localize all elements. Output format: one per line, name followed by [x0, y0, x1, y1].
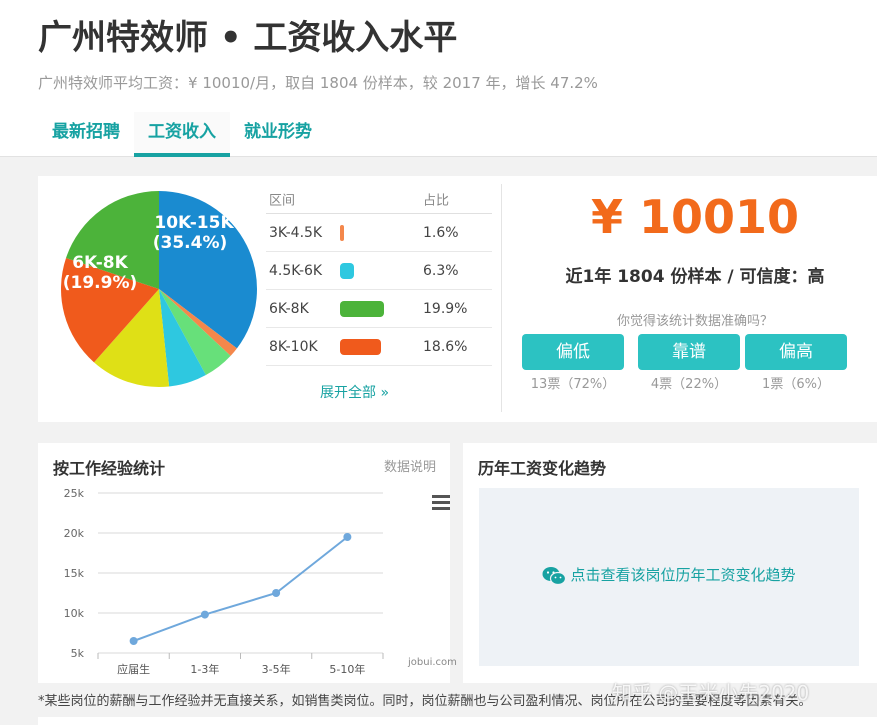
- experience-line-chart: 5k 10k 15k 20k 25k 应届生 1-3年 3-5年 5-10年: [64, 487, 384, 676]
- tab-recruitment[interactable]: 最新招聘: [38, 112, 134, 157]
- table-row: 4.5K-6K 6.3%: [266, 252, 492, 290]
- table-row: 3K-4.5K 1.6%: [266, 214, 492, 252]
- y-tick-label: 10k: [64, 607, 85, 620]
- vote-low-count: 13票（72%）: [530, 377, 616, 392]
- trend-placeholder: 点击查看该岗位历年工资变化趋势: [479, 488, 859, 666]
- share-bar: [340, 262, 354, 279]
- vote-accurate-count: 4票（22%）: [650, 377, 728, 392]
- row-range: 3K-4.5K: [269, 224, 323, 241]
- x-tick-label: 3-5年: [262, 662, 291, 676]
- data-point[interactable]: [200, 610, 209, 619]
- menu-icon[interactable]: [432, 495, 450, 511]
- distribution-table: 区间 占比 3K-4.5K 1.6% 4.5K-6K 6.3% 6K-8K 19…: [266, 184, 492, 366]
- share-bar: [340, 338, 382, 355]
- header-range: 区间: [269, 193, 296, 208]
- trend-card: 历年工资变化趋势 点击查看该岗位历年工资变化趋势: [463, 443, 877, 683]
- table-header: 区间 占比: [266, 184, 492, 214]
- expand-all-link[interactable]: 展开全部 »: [320, 382, 389, 402]
- table-row: 8K-10K 18.6%: [266, 328, 492, 366]
- page-header: 广州特效师 • 工资收入水平 广州特效师平均工资：¥ 10010/月，取自 18…: [0, 0, 877, 157]
- salary-distribution-pie: 10K-15K (35.4%) 6K-8K (19.9%): [61, 191, 257, 387]
- data-point[interactable]: [129, 637, 138, 645]
- y-tick-label: 25k: [64, 487, 85, 500]
- row-range: 4.5K-6K: [269, 262, 323, 279]
- data-point[interactable]: [272, 589, 281, 597]
- jobui-watermark: jobui.com: [408, 657, 457, 668]
- row-share: 19.9%: [423, 300, 468, 317]
- table-row: 6K-8K 19.9%: [266, 290, 492, 328]
- trend-title: 历年工资变化趋势: [478, 459, 607, 478]
- trend-link-text: 点击查看该岗位历年工资变化趋势: [570, 566, 796, 584]
- data-point[interactable]: [343, 533, 352, 541]
- vote-high-button[interactable]: 偏高: [745, 334, 847, 370]
- tab-bar: 最新招聘 工资收入 就业形势: [38, 112, 326, 157]
- vote-high-count: 1票（6%）: [762, 377, 830, 392]
- divider: [501, 184, 502, 412]
- x-tick-label: 1-3年: [190, 662, 219, 676]
- zhihu-watermark: 知乎 @玉米小先2020: [612, 681, 810, 705]
- next-section-edge: [38, 717, 877, 725]
- pie-label-6k-8k: 6K-8K: [72, 253, 128, 273]
- average-salary: ¥ 10010: [590, 190, 800, 244]
- page-subtitle: 广州特效师平均工资：¥ 10010/月，取自 1804 份样本，较 2017 年…: [38, 74, 598, 92]
- row-share: 6.3%: [423, 262, 459, 279]
- header-share: 占比: [423, 193, 450, 208]
- tab-employment[interactable]: 就业形势: [230, 112, 326, 157]
- row-share: 1.6%: [423, 224, 459, 241]
- accuracy-question: 你觉得该统计数据准确吗？: [616, 314, 773, 329]
- pie-value-10k-15k: (35.4%): [153, 233, 228, 253]
- row-range: 6K-8K: [269, 300, 309, 317]
- y-tick-label: 15k: [64, 567, 85, 580]
- wechat-icon: [542, 566, 567, 585]
- x-tick-label: 5-10年: [329, 662, 365, 676]
- trend-link[interactable]: 点击查看该岗位历年工资变化趋势: [479, 564, 859, 586]
- y-tick-label: 5k: [71, 647, 85, 660]
- row-range: 8K-10K: [269, 338, 318, 355]
- sample-info: 近1年 1804 份样本 / 可信度：高: [565, 267, 825, 287]
- y-tick-label: 20k: [64, 527, 85, 540]
- row-share: 18.6%: [423, 338, 468, 355]
- tab-salary[interactable]: 工资收入: [134, 112, 230, 157]
- vote-accurate-button[interactable]: 靠谱: [638, 334, 740, 370]
- share-bar: [340, 300, 384, 317]
- page-title: 广州特效师 • 工资收入水平: [38, 18, 458, 58]
- vote-low-button[interactable]: 偏低: [522, 334, 624, 370]
- share-bar: [340, 224, 344, 241]
- pie-value-6k-8k: (19.9%): [63, 273, 138, 293]
- pie-label-10k-15k: 10K-15K: [154, 213, 234, 233]
- salary-summary-card: 10K-15K (35.4%) 6K-8K (19.9%) 区间 占比 3K-4…: [38, 176, 877, 422]
- x-tick-label: 应届生: [117, 662, 150, 676]
- series-line: [133, 536, 348, 642]
- experience-chart-card: 按工作经验统计 数据说明 5k 10k 15k 20k 25k 应届生 1-3年 3-5年 5-…: [38, 443, 457, 683]
